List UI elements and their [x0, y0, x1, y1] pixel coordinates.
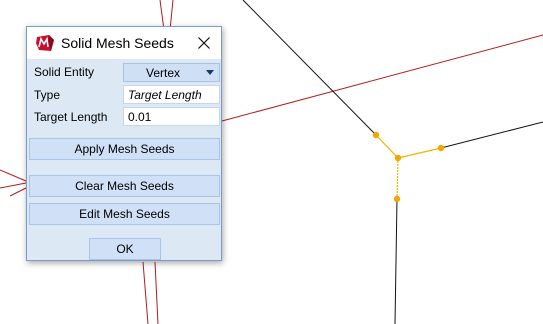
- clear-mesh-seeds-button[interactable]: Clear Mesh Seeds: [29, 175, 220, 197]
- seed-vertex: [393, 195, 401, 203]
- dialog-title: Solid Mesh Seeds: [61, 35, 174, 51]
- black-geometry-lines: [242, 0, 543, 324]
- abaqus-app-icon: [36, 35, 54, 51]
- dialog-titlebar[interactable]: Solid Mesh Seeds: [27, 27, 221, 59]
- seed-vertex: [394, 154, 402, 162]
- solid-entity-value: Vertex: [145, 66, 181, 80]
- solid-entity-dropdown[interactable]: Vertex: [123, 63, 220, 82]
- target-length-label: Target Length: [34, 110, 108, 124]
- seed-vertex: [437, 144, 445, 152]
- seed-vertex: [372, 131, 380, 139]
- type-field: Target Length: [123, 85, 220, 104]
- selected-edges: [375, 134, 442, 200]
- edit-mesh-seeds-button[interactable]: Edit Mesh Seeds: [29, 203, 220, 225]
- ok-button[interactable]: OK: [89, 238, 161, 260]
- close-icon: [198, 37, 210, 49]
- type-label: Type: [34, 88, 61, 102]
- solid-entity-label: Solid Entity: [34, 65, 95, 79]
- apply-mesh-seeds-button[interactable]: Apply Mesh Seeds: [29, 138, 220, 160]
- target-length-input[interactable]: 0.01: [123, 107, 220, 126]
- chevron-down-icon[interactable]: [201, 64, 219, 81]
- solid-mesh-seeds-dialog: Solid Mesh Seeds Solid Entity Vertex Typ…: [26, 26, 222, 261]
- close-button[interactable]: [187, 27, 221, 59]
